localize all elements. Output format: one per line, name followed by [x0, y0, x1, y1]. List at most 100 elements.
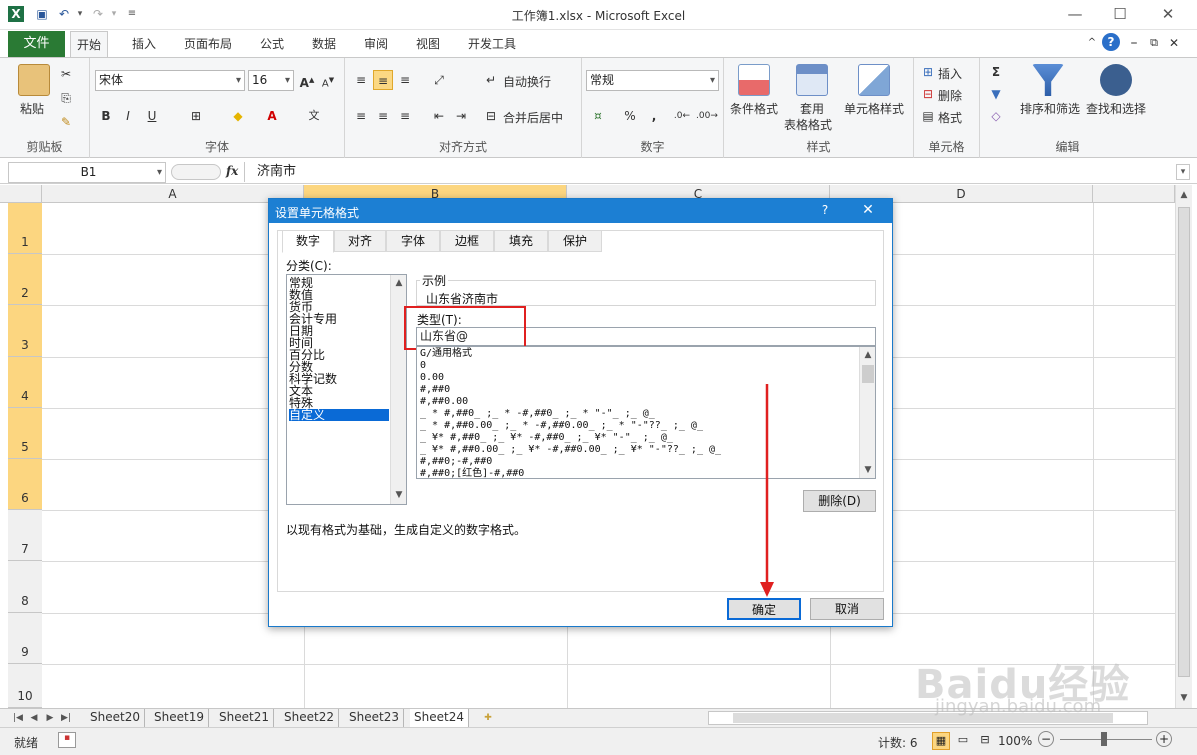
paste-icon[interactable] — [18, 64, 50, 96]
insert-function-button[interactable]: fx — [226, 164, 238, 178]
format-as-table-label-2[interactable]: 表格格式 — [784, 116, 832, 133]
delete-format-button[interactable]: 删除(D) — [803, 490, 876, 512]
italic-button[interactable]: I — [118, 106, 138, 126]
merge-center-button[interactable]: 合并后居中 — [503, 109, 563, 126]
insert-cells-button[interactable]: 插入 — [938, 65, 962, 82]
wrap-text-button[interactable]: 自动换行 — [503, 73, 551, 90]
row-header-10[interactable]: 10 — [8, 664, 42, 708]
comma-button[interactable]: , — [644, 106, 664, 126]
name-box[interactable]: B1 — [8, 162, 166, 183]
category-scroll-down-icon[interactable]: ▼ — [391, 487, 407, 503]
minimize-icon[interactable]: — — [1060, 4, 1090, 24]
dialog-help-button[interactable]: ? — [815, 203, 835, 217]
sheet-tab-sheet24[interactable]: Sheet24 — [410, 709, 469, 727]
format-code-item[interactable]: #,##0;[红色]-#,##0 — [420, 468, 524, 480]
sheet-tab-sheet23[interactable]: Sheet23 — [345, 709, 404, 727]
formula-input[interactable]: 济南市 — [244, 162, 1174, 182]
conditional-format-icon[interactable] — [738, 64, 770, 96]
tab-insert[interactable]: 插入 — [126, 31, 162, 57]
tab-formulas[interactable]: 公式 — [254, 31, 290, 57]
scroll-down-icon[interactable]: ▼ — [1176, 690, 1192, 706]
align-top-icon[interactable]: ≡ — [351, 70, 371, 90]
decrease-decimal-icon[interactable]: .00→ — [696, 106, 718, 126]
format-list-scrollbar[interactable]: ▲ ▼ — [859, 347, 875, 478]
vertical-scroll-thumb[interactable] — [1178, 207, 1190, 677]
normal-view-icon[interactable]: ▦ — [932, 732, 950, 750]
row-header-2[interactable]: 2 — [8, 254, 42, 305]
format-code-list[interactable]: G/通用格式 0 0.00 #,##0 #,##0.00 _ * #,##0_ … — [416, 346, 876, 479]
format-scroll-down-icon[interactable]: ▼ — [860, 462, 876, 478]
row-header-4[interactable]: 4 — [8, 357, 42, 408]
dialog-tab-number[interactable]: 数字 — [282, 230, 334, 253]
format-code-item[interactable]: _ ¥* #,##0_ ;_ ¥* -#,##0_ ;_ ¥* "-"_ ;_ … — [420, 432, 673, 444]
format-code-item[interactable]: #,##0.00 — [420, 396, 468, 408]
orientation-icon[interactable]: ⤢ — [429, 70, 449, 90]
border-icon[interactable]: ⊞ — [186, 106, 206, 126]
paste-button[interactable]: 粘贴 — [20, 100, 44, 117]
row-header-9[interactable]: 9 — [8, 613, 42, 664]
sheet-tab-sheet20[interactable]: Sheet20 — [86, 709, 145, 727]
format-code-item[interactable]: 0.00 — [420, 372, 444, 384]
format-code-item[interactable]: _ ¥* #,##0.00_ ;_ ¥* -#,##0.00_ ;_ ¥* "-… — [420, 444, 721, 456]
format-cells-button[interactable]: 格式 — [938, 109, 962, 126]
row-header-3[interactable]: 3 — [8, 305, 42, 357]
align-middle-icon[interactable]: ≡ — [373, 70, 393, 90]
column-header-next[interactable] — [1093, 185, 1175, 203]
bold-button[interactable]: B — [96, 106, 116, 126]
format-scroll-up-icon[interactable]: ▲ — [860, 347, 876, 363]
macro-record-icon[interactable]: ▪ — [58, 732, 76, 748]
increase-decimal-icon[interactable]: .0← — [672, 106, 692, 126]
decrease-indent-icon[interactable]: ⇤ — [429, 106, 449, 126]
row-header-1[interactable]: 1 — [8, 203, 42, 254]
percent-button[interactable]: % — [620, 106, 640, 126]
font-size-select[interactable]: 16 — [248, 70, 294, 91]
zoom-slider-thumb[interactable] — [1101, 732, 1107, 746]
ribbon-minimize-icon[interactable]: – — [1124, 33, 1144, 53]
align-left-icon[interactable]: ≡ — [351, 106, 371, 126]
close-window-icon[interactable]: ✕ — [1153, 4, 1183, 24]
format-code-item[interactable]: _ * #,##0_ ;_ * -#,##0_ ;_ * "-"_ ;_ @_ — [420, 408, 655, 420]
zoom-in-icon[interactable]: + — [1156, 731, 1172, 747]
sheet-tab-sheet21[interactable]: Sheet21 — [215, 709, 274, 727]
tab-developer[interactable]: 开发工具 — [462, 31, 522, 57]
format-as-table-label-1[interactable]: 套用 — [800, 100, 824, 117]
font-color-icon[interactable]: A — [262, 106, 282, 126]
dialog-tab-border[interactable]: 边框 — [440, 230, 494, 252]
row-header-7[interactable]: 7 — [8, 510, 42, 561]
format-scroll-thumb[interactable] — [862, 365, 874, 383]
delete-cells-icon[interactable]: ⊟ — [918, 84, 938, 104]
fill-icon[interactable]: ▼ — [986, 84, 1006, 104]
format-cells-icon[interactable]: ▤ — [918, 106, 938, 126]
category-scroll-up-icon[interactable]: ▲ — [391, 275, 407, 291]
tab-file[interactable]: 文件 — [8, 31, 65, 57]
align-right-icon[interactable]: ≡ — [395, 106, 415, 126]
decrease-font-icon[interactable]: A▼ — [318, 70, 338, 90]
insert-cells-icon[interactable]: ⊞ — [918, 62, 938, 82]
cell-styles-button[interactable]: 单元格样式 — [844, 100, 904, 117]
cell-styles-icon[interactable] — [858, 64, 890, 96]
conditional-format-button[interactable]: 条件格式 — [730, 100, 778, 117]
category-item-selected[interactable]: 自定义 — [289, 409, 389, 421]
accounting-format-icon[interactable]: ¤ — [588, 106, 608, 126]
underline-button[interactable]: U — [142, 106, 162, 126]
format-painter-icon[interactable]: ✎ — [56, 112, 76, 132]
formula-expand-handle[interactable] — [171, 164, 221, 180]
new-sheet-icon[interactable]: ✚ — [480, 710, 496, 726]
close-workbook-icon[interactable]: ✕ — [1164, 33, 1184, 53]
page-break-view-icon[interactable]: ⊟ — [976, 732, 994, 750]
first-sheet-icon[interactable]: |◀ — [10, 710, 26, 726]
phonetic-icon[interactable]: 文 — [304, 106, 324, 126]
scroll-up-icon[interactable]: ▲ — [1176, 187, 1192, 203]
prev-sheet-icon[interactable]: ◀ — [26, 710, 42, 726]
find-select-button[interactable]: 查找和选择 — [1086, 100, 1146, 117]
clear-icon[interactable]: ◇ — [986, 106, 1006, 126]
dialog-tab-protection[interactable]: 保护 — [548, 230, 602, 252]
sheet-tab-sheet22[interactable]: Sheet22 — [280, 709, 339, 727]
last-sheet-icon[interactable]: ▶| — [58, 710, 74, 726]
next-sheet-icon[interactable]: ▶ — [42, 710, 58, 726]
zoom-level[interactable]: 100% — [998, 734, 1032, 748]
tab-page-layout[interactable]: 页面布局 — [178, 31, 238, 57]
merge-center-icon[interactable]: ⊟ — [481, 106, 501, 126]
format-as-table-icon[interactable] — [796, 64, 828, 96]
category-list[interactable]: 常规 数值 货币 会计专用 日期 时间 百分比 分数 科学记数 文本 特殊 自定… — [286, 274, 407, 505]
